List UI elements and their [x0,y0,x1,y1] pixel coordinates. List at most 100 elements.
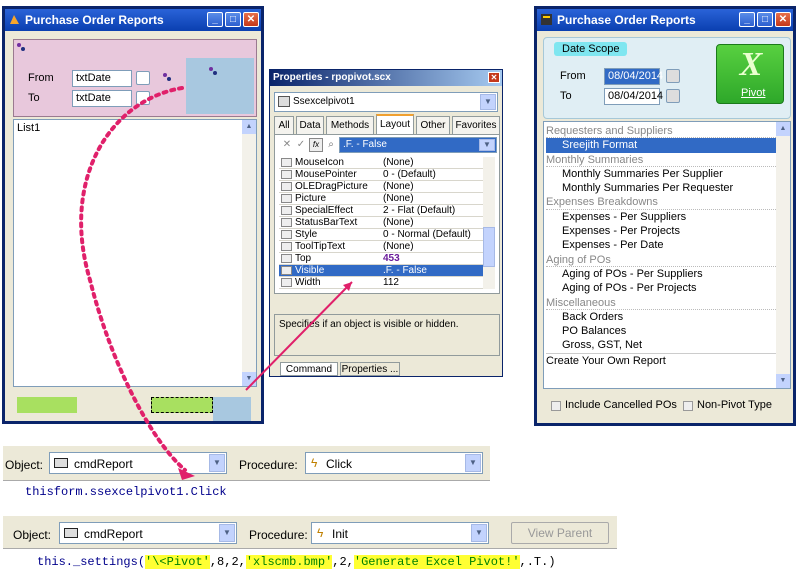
tab-all[interactable]: All [274,116,294,134]
report-list-item[interactable]: Monthly Summaries Per Requester [546,181,776,195]
close-button[interactable]: ✕ [243,12,259,27]
report-section-header[interactable]: Aging of POs [546,253,776,267]
view-parent-code-button[interactable]: View Parent Code [511,522,609,560]
right-form-titlebar[interactable]: Purchase Order Reports _ □ ✕ [537,9,793,31]
code-editor[interactable]: thisform.ssexcelpivot1.Click [3,480,490,504]
object-combo[interactable]: cmdReport ▼ [59,522,237,544]
report-list-item[interactable]: Aging of POs - Per Suppliers [546,267,776,281]
tab-data[interactable]: Data [296,116,324,134]
chevron-down-icon[interactable]: ▼ [219,524,235,542]
property-row[interactable]: MouseIcon (None) [279,157,483,169]
report-section-header[interactable]: Monthly Summaries [546,153,776,167]
report-section-header[interactable]: Miscellaneous [546,296,776,310]
bottom-tab-properties[interactable]: Properties ... [340,362,400,376]
report-icon [541,14,552,25]
calendar-icon[interactable] [666,89,680,103]
report-list-item[interactable]: PO Balances [546,324,776,338]
bottom-tab-command[interactable]: Command [280,362,338,376]
code-editor[interactable]: this._settings('\<Pivot',8,2,'xlscmb.bmp… [3,548,617,578]
chevron-down-icon[interactable]: ▼ [209,454,225,472]
left-form-titlebar[interactable]: Purchase Order Reports _ □ ✕ [5,9,261,31]
from-date-field[interactable]: 08/04/2014 [604,68,663,85]
chevron-down-icon[interactable]: ▼ [479,139,495,151]
minimize-button[interactable]: _ [739,12,755,27]
scroll-up-icon[interactable]: ▲ [776,122,790,136]
property-row[interactable]: OLEDragPicture (None) [279,181,483,193]
list-scrollbar[interactable]: ▲ ▼ [776,122,790,388]
list-scrollbar[interactable]: ▲ ▼ [242,120,256,386]
tab-other[interactable]: Other [416,116,450,134]
properties-titlebar[interactable]: Properties - rpopivot.scx ✕ [270,70,502,86]
calendar-icon[interactable] [666,69,680,83]
report-list[interactable]: Requesters and Suppliers Sreejith Format M… [543,121,791,389]
chevron-down-icon[interactable]: ▼ [465,454,481,472]
scroll-up-icon[interactable]: ▲ [242,120,256,134]
zoom-icon[interactable]: ⌕ [325,139,337,151]
chevron-down-icon[interactable]: ▼ [480,94,496,110]
property-row[interactable]: ToolTipText (None) [279,241,483,253]
maximize-button[interactable]: □ [225,12,241,27]
maximize-button[interactable]: □ [757,12,773,27]
blue-placeholder-small[interactable] [213,397,251,421]
property-row[interactable]: StatusBarText (None) [279,217,483,229]
report-list-item[interactable]: Expenses - Per Date [546,238,776,252]
property-row[interactable]: SpecialEffect 2 - Flat (Default) [279,205,483,217]
create-own-report-item[interactable]: Create Your Own Report [546,352,776,367]
report-list-item[interactable]: Monthly Summaries Per Supplier [546,167,776,181]
x-cancel-icon[interactable]: ✕ [281,139,293,151]
property-row[interactable]: MousePointer 0 - (Default) [279,169,483,181]
green-placeholder-left[interactable] [17,397,77,413]
close-icon[interactable]: ✕ [488,72,500,83]
property-description: Specifies if an object is visible or hid… [279,319,459,330]
include-cancelled-checkbox[interactable] [551,401,561,411]
from-calendar-button[interactable] [136,71,150,85]
report-list-item[interactable]: Back Orders [546,310,776,324]
to-date-field[interactable]: txtDate [72,90,132,107]
command-icon [64,528,78,538]
property-row[interactable]: Top 453 [279,253,483,265]
tab-favorites[interactable]: Favorites [452,116,500,134]
pivot-label: Pivot [741,87,766,99]
procedure-combo[interactable]: ϟ Init ▼ [311,522,489,544]
property-value: 2 - Flat (Default) [383,205,456,216]
property-row[interactable]: Width 112 [279,277,483,289]
tab-layout[interactable]: Layout [376,114,414,134]
from-date-field[interactable]: txtDate [72,70,132,87]
report-list-item[interactable]: Expenses - Per Suppliers [546,210,776,224]
property-row[interactable]: Picture (None) [279,193,483,205]
object-combo-value: cmdReport [84,527,143,541]
check-accept-icon[interactable]: ✓ [295,139,307,151]
to-calendar-button[interactable] [136,91,150,105]
report-list-item[interactable]: Aging of POs - Per Projects [546,281,776,295]
chevron-down-icon[interactable]: ▼ [471,524,487,542]
scroll-down-icon[interactable]: ▼ [776,374,790,388]
report-list-item[interactable]: Gross, GST, Net [546,338,776,352]
property-row[interactable]: Style 0 - Normal (Default) [279,229,483,241]
code-mid-2: ,2, [332,555,354,569]
object-combo[interactable]: cmdReport ▼ [49,452,227,474]
report-list-item[interactable]: Sreejith Format [546,138,776,153]
object-select[interactable]: Ssexcelpivot1 ▼ [274,92,498,112]
minimize-button[interactable]: _ [207,12,223,27]
property-row[interactable]: Visible .F. - False [279,265,483,277]
tab-methods[interactable]: Methods [326,116,374,134]
report-list-item[interactable]: Expenses - Per Projects [546,224,776,238]
pivot-button[interactable]: X Pivot [716,44,784,104]
green-placeholder-selected[interactable] [151,397,213,413]
pivot-placeholder[interactable] [186,58,254,114]
property-scrollbar[interactable] [483,157,495,289]
fx-icon[interactable]: fx [309,138,323,152]
property-value: 453 [383,253,400,264]
close-button[interactable]: ✕ [775,12,791,27]
scroll-down-icon[interactable]: ▼ [242,372,256,386]
procedure-combo[interactable]: ϟ Click ▼ [305,452,483,474]
report-section-header[interactable]: Expenses Breakdowns [546,195,776,210]
to-date-field[interactable]: 08/04/2014 [604,88,663,105]
from-label: From [560,70,586,82]
scroll-thumb[interactable] [483,227,495,267]
report-listbox[interactable]: List1 ▲ ▼ [13,119,257,387]
non-pivot-checkbox[interactable] [683,401,693,411]
report-section-header[interactable]: Requesters and Suppliers [546,124,776,139]
property-value-select[interactable]: .F. - False ▼ [339,137,497,153]
properties-tabs: All Data Methods Layout Other Favorites [274,114,500,134]
